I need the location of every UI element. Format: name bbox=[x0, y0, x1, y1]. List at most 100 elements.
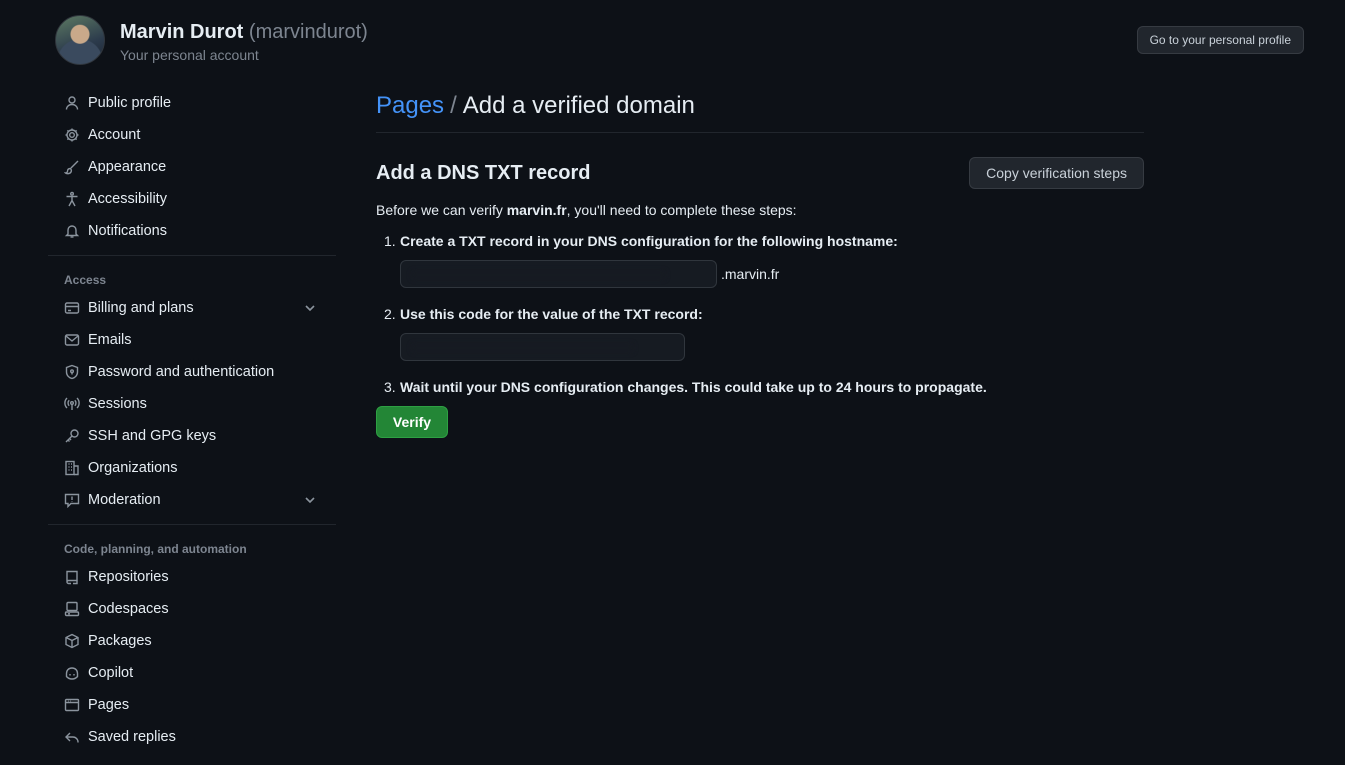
verify-button[interactable]: Verify bbox=[376, 406, 448, 438]
step-number: 3. bbox=[384, 379, 396, 395]
sidebar-item-label: Pages bbox=[88, 697, 130, 713]
sidebar-access-group: Billing and plans Emails Password and au… bbox=[48, 292, 336, 516]
repo-icon bbox=[64, 569, 80, 585]
shield-lock-icon bbox=[64, 364, 80, 380]
sidebar-item-label: Saved replies bbox=[88, 729, 176, 745]
account-type: Your personal account bbox=[120, 47, 259, 63]
sidebar-item-public-profile[interactable]: Public profile bbox=[48, 87, 336, 119]
txt-value-field[interactable] bbox=[400, 333, 685, 361]
reply-icon bbox=[64, 729, 80, 745]
sidebar-item-label: Repositories bbox=[88, 569, 169, 585]
dns-section-header: Add a DNS TXT record Copy verification s… bbox=[376, 157, 1144, 189]
browser-icon bbox=[64, 697, 80, 713]
hostname-field[interactable] bbox=[400, 260, 717, 288]
sidebar-item-label: SSH and GPG keys bbox=[88, 428, 217, 444]
credit-card-icon bbox=[64, 300, 80, 316]
report-icon bbox=[64, 492, 80, 508]
txt-value-row bbox=[400, 333, 1144, 361]
intro-before: Before we can verify bbox=[376, 202, 507, 218]
paintbrush-icon bbox=[64, 159, 80, 175]
copy-verification-steps-button[interactable]: Copy verification steps bbox=[969, 157, 1144, 189]
step-number: 2. bbox=[384, 306, 396, 322]
chevron-down-icon[interactable] bbox=[302, 492, 318, 508]
sidebar-item-label: Accessibility bbox=[88, 191, 167, 207]
sidebar-item-label: Emails bbox=[88, 332, 132, 348]
sidebar-section-code: Code, planning, and automation bbox=[64, 542, 247, 556]
sidebar-code-group: Repositories Codespaces Packages Copilot bbox=[48, 561, 336, 753]
intro-text: Before we can verify marvin.fr, you'll n… bbox=[376, 200, 1144, 220]
sidebar-item-label: Packages bbox=[88, 633, 152, 649]
sidebar-item-ssh-keys[interactable]: SSH and GPG keys bbox=[48, 420, 336, 452]
sidebar-item-copilot[interactable]: Copilot bbox=[48, 657, 336, 689]
sidebar-item-saved-replies[interactable]: Saved replies bbox=[48, 721, 336, 753]
sidebar-divider bbox=[48, 524, 336, 525]
sidebar-item-codespaces[interactable]: Codespaces bbox=[48, 593, 336, 625]
account-header-text: Marvin Durot (marvindurot) Your personal… bbox=[120, 17, 368, 63]
chevron-down-icon[interactable] bbox=[302, 300, 318, 316]
settings-page: Marvin Durot (marvindurot) Your personal… bbox=[0, 0, 1345, 765]
gear-icon bbox=[64, 127, 80, 143]
breadcrumb: Pages / Add a verified domain bbox=[376, 87, 1144, 133]
intro-after: , you'll need to complete these steps: bbox=[566, 202, 797, 218]
sidebar-divider bbox=[48, 255, 336, 256]
sidebar-item-label: Organizations bbox=[88, 460, 178, 476]
settings-sidebar: Public profile Account Appearance Access… bbox=[48, 87, 336, 753]
avatar[interactable] bbox=[55, 15, 105, 65]
main-content: Pages / Add a verified domain Add a DNS TX… bbox=[376, 87, 1144, 438]
sidebar-section-access: Access bbox=[64, 273, 107, 287]
organization-icon bbox=[64, 460, 80, 476]
sidebar-item-label: Notifications bbox=[88, 223, 167, 239]
sidebar-item-label: Moderation bbox=[88, 492, 161, 508]
sidebar-item-account[interactable]: Account bbox=[48, 119, 336, 151]
package-icon bbox=[64, 633, 80, 649]
breadcrumb-pages-link[interactable]: Pages bbox=[376, 92, 444, 119]
sidebar-item-sessions[interactable]: Sessions bbox=[48, 388, 336, 420]
user-name-line: Marvin Durot (marvindurot) bbox=[120, 17, 368, 47]
sidebar-item-label: Sessions bbox=[88, 396, 147, 412]
account-header: Marvin Durot (marvindurot) Your personal… bbox=[55, 15, 368, 65]
user-login: (marvindurot) bbox=[248, 21, 368, 43]
key-icon bbox=[64, 428, 80, 444]
sidebar-item-accessibility[interactable]: Accessibility bbox=[48, 183, 336, 215]
sidebar-item-label: Appearance bbox=[88, 159, 167, 175]
sidebar-item-appearance[interactable]: Appearance bbox=[48, 151, 336, 183]
verification-steps: 1. Create a TXT record in your DNS confi… bbox=[376, 230, 1144, 398]
section-heading: Add a DNS TXT record bbox=[376, 161, 591, 184]
codespaces-icon bbox=[64, 601, 80, 617]
sidebar-item-packages[interactable]: Packages bbox=[48, 625, 336, 657]
sidebar-item-password[interactable]: Password and authentication bbox=[48, 356, 336, 388]
accessibility-icon bbox=[64, 191, 80, 207]
step-wait: 3. Wait until your DNS configuration cha… bbox=[376, 376, 1144, 398]
sidebar-item-label: Codespaces bbox=[88, 601, 169, 617]
intro-domain: marvin.fr bbox=[506, 202, 567, 218]
sidebar-item-billing[interactable]: Billing and plans bbox=[48, 292, 336, 324]
person-icon bbox=[64, 95, 80, 111]
step-txt-value: 2. Use this code for the value of the TX… bbox=[376, 303, 1144, 376]
sidebar-item-label: Account bbox=[88, 127, 141, 143]
hostname-suffix: .marvin.fr bbox=[721, 266, 780, 282]
copilot-icon bbox=[64, 665, 80, 681]
sidebar-item-emails[interactable]: Emails bbox=[48, 324, 336, 356]
step-text: Wait until your DNS configuration change… bbox=[400, 379, 987, 395]
bell-icon bbox=[64, 223, 80, 239]
page-title: Add a verified domain bbox=[462, 92, 695, 119]
sidebar-item-label: Password and authentication bbox=[88, 364, 275, 380]
sidebar-item-pages[interactable]: Pages bbox=[48, 689, 336, 721]
sidebar-item-label: Public profile bbox=[88, 95, 172, 111]
hostname-row: .marvin.fr bbox=[400, 260, 1144, 288]
broadcast-icon bbox=[64, 396, 80, 412]
sidebar-item-label: Billing and plans bbox=[88, 300, 194, 316]
sidebar-top-group: Public profile Account Appearance Access… bbox=[48, 87, 336, 247]
sidebar-item-organizations[interactable]: Organizations bbox=[48, 452, 336, 484]
step-number: 1. bbox=[384, 233, 396, 249]
step-text: Use this code for the value of the TXT r… bbox=[400, 306, 703, 322]
user-display-name[interactable]: Marvin Durot bbox=[120, 21, 243, 43]
sidebar-item-notifications[interactable]: Notifications bbox=[48, 215, 336, 247]
breadcrumb-separator: / bbox=[450, 92, 457, 119]
sidebar-item-label: Copilot bbox=[88, 665, 134, 681]
sidebar-item-moderation[interactable]: Moderation bbox=[48, 484, 336, 516]
step-hostname: 1. Create a TXT record in your DNS confi… bbox=[376, 230, 1144, 303]
mail-icon bbox=[64, 332, 80, 348]
go-to-profile-button[interactable]: Go to your personal profile bbox=[1136, 26, 1304, 54]
sidebar-item-repositories[interactable]: Repositories bbox=[48, 561, 336, 593]
